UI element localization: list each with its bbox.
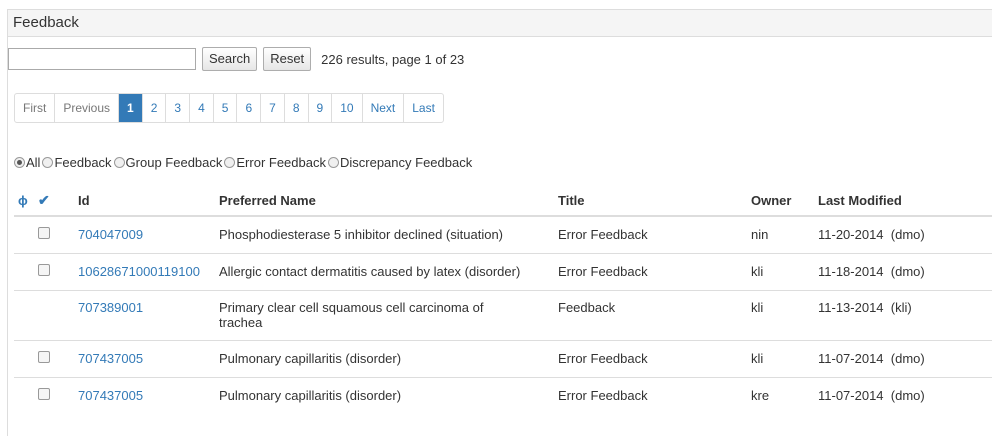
title-cell: Error Feedback xyxy=(554,376,747,414)
filter-label: Feedback xyxy=(54,155,112,170)
id-link[interactable]: 704047009 xyxy=(78,227,143,242)
row-spacer xyxy=(14,376,34,414)
header-title[interactable]: Title xyxy=(554,185,747,217)
filter-label: Discrepancy Feedback xyxy=(339,155,473,170)
preferred-name-cell: Allergic contact dermatitis caused by la… xyxy=(215,252,554,290)
select-column-header[interactable]: ✔ xyxy=(34,185,74,217)
pager-page-7[interactable]: 7 xyxy=(260,94,284,122)
eye-slash-icon[interactable]: ɸ xyxy=(18,193,28,208)
filter-discrepancy-feedback[interactable]: Discrepancy Feedback xyxy=(327,155,473,170)
preferred-name-cell: Phosphodiesterase 5 inhibitor declined (… xyxy=(215,215,554,253)
row-select xyxy=(34,215,74,253)
filter-label: All xyxy=(26,155,41,170)
filter-feedback[interactable]: Feedback xyxy=(42,155,112,170)
radio-all[interactable] xyxy=(14,157,25,168)
results-count: 226 results, page 1 of 23 xyxy=(321,51,465,67)
table-row: 707437005 Pulmonary capillaritis (disord… xyxy=(14,376,992,414)
row-select xyxy=(34,339,74,377)
id-link[interactable]: 707389001 xyxy=(78,300,143,315)
last-modified-cell: 11-07-2014 (dmo) xyxy=(814,339,992,377)
row-spacer xyxy=(14,339,34,377)
pager-page-3[interactable]: 3 xyxy=(165,94,189,122)
title-cell: Error Feedback xyxy=(554,252,747,290)
row-select xyxy=(34,376,74,414)
row-select xyxy=(34,289,74,340)
preferred-name-cell: Pulmonary capillaritis (disorder) xyxy=(215,339,554,377)
search-bar: Search Reset 226 results, page 1 of 23 xyxy=(8,46,464,72)
row-checkbox[interactable] xyxy=(38,264,50,276)
last-modified-cell: 11-13-2014 (kli) xyxy=(814,289,992,340)
preferred-name-cell: Primary clear cell squamous cell carcino… xyxy=(215,289,554,340)
pager-previous[interactable]: Previous xyxy=(54,94,118,122)
pager-page-1[interactable]: 1 xyxy=(118,94,142,122)
row-spacer xyxy=(14,215,34,253)
last-modified-cell: 11-20-2014 (dmo) xyxy=(814,215,992,253)
id-cell: 704047009 xyxy=(74,215,215,253)
filter-label: Error Feedback xyxy=(236,155,326,170)
search-input[interactable] xyxy=(8,48,196,70)
radio-group-feedback[interactable] xyxy=(113,157,125,168)
filter-all[interactable]: All xyxy=(14,155,40,170)
pager-page-8[interactable]: 8 xyxy=(283,94,308,122)
pager-page-2[interactable]: 2 xyxy=(141,94,166,122)
filter-error-feedback[interactable]: Error Feedback xyxy=(224,155,326,170)
table-row: 707437005 Pulmonary capillaritis (disord… xyxy=(14,339,992,377)
radio-discrepancy-feedback[interactable] xyxy=(327,157,339,168)
row-checkbox[interactable] xyxy=(38,351,50,363)
pager-page-10[interactable]: 10 xyxy=(331,94,361,122)
pager-last[interactable]: Last xyxy=(403,94,443,122)
last-modified-cell: 11-18-2014 (dmo) xyxy=(814,252,992,290)
pager-next[interactable]: Next xyxy=(361,94,404,122)
header-last-modified[interactable]: Last Modified xyxy=(814,185,992,217)
title-cell: Error Feedback xyxy=(554,215,747,253)
id-cell: 707389001 xyxy=(74,289,215,340)
owner-cell: kli xyxy=(747,252,814,290)
header-owner[interactable]: Owner xyxy=(747,185,814,217)
id-link[interactable]: 10628671000119100 xyxy=(78,264,200,279)
id-cell: 707437005 xyxy=(74,376,215,414)
pager-page-9[interactable]: 9 xyxy=(307,94,332,122)
last-modified-cell: 11-07-2014 (dmo) xyxy=(814,376,992,414)
pager-first[interactable]: First xyxy=(15,94,54,122)
pager-page-4[interactable]: 4 xyxy=(189,94,213,122)
row-checkbox[interactable] xyxy=(38,227,50,240)
pagination: First Previous 1 2 3 4 5 6 7 8 9 10 Next… xyxy=(14,93,444,123)
visibility-column-header[interactable]: ɸ xyxy=(14,185,34,217)
panel-title: Feedback xyxy=(8,10,992,37)
title-cell: Feedback xyxy=(554,289,747,340)
id-link[interactable]: 707437005 xyxy=(78,351,143,366)
pager-page-5[interactable]: 5 xyxy=(212,94,237,122)
reset-button[interactable]: Reset xyxy=(263,47,312,71)
table-row: 707389001 Primary clear cell squamous ce… xyxy=(14,289,992,340)
owner-cell: kli xyxy=(747,289,814,340)
owner-cell: nin xyxy=(747,215,814,253)
table-row: 704047009 Phosphodiesterase 5 inhibitor … xyxy=(14,215,992,253)
preferred-name-cell: Pulmonary capillaritis (disorder) xyxy=(215,376,554,414)
radio-error-feedback[interactable] xyxy=(224,157,236,168)
header-id[interactable]: Id xyxy=(74,185,215,217)
filter-label: Group Feedback xyxy=(125,155,223,170)
filter-group-feedback[interactable]: Group Feedback xyxy=(113,155,223,170)
feedback-table: ɸ ✔ Id Preferred Name Title Owner Last M… xyxy=(14,185,992,414)
owner-cell: kli xyxy=(747,339,814,377)
title-cell: Error Feedback xyxy=(554,339,747,377)
id-link[interactable]: 707437005 xyxy=(78,388,143,403)
radio-feedback[interactable] xyxy=(42,157,54,168)
row-spacer xyxy=(14,289,34,340)
pager-page-6[interactable]: 6 xyxy=(236,94,260,122)
owner-cell: kre xyxy=(747,376,814,414)
id-cell: 707437005 xyxy=(74,339,215,377)
table-row: 10628671000119100 Allergic contact derma… xyxy=(14,252,992,290)
search-button[interactable]: Search xyxy=(202,47,258,71)
table-header-row: ɸ ✔ Id Preferred Name Title Owner Last M… xyxy=(14,185,992,217)
id-cell: 10628671000119100 xyxy=(74,252,215,290)
feedback-type-filter: All Feedback Group Feedback Error Feedba… xyxy=(14,155,474,170)
check-icon[interactable]: ✔ xyxy=(38,192,50,208)
row-select xyxy=(34,252,74,290)
row-checkbox[interactable] xyxy=(38,388,50,401)
header-preferred-name[interactable]: Preferred Name xyxy=(215,185,554,217)
row-spacer xyxy=(14,252,34,290)
